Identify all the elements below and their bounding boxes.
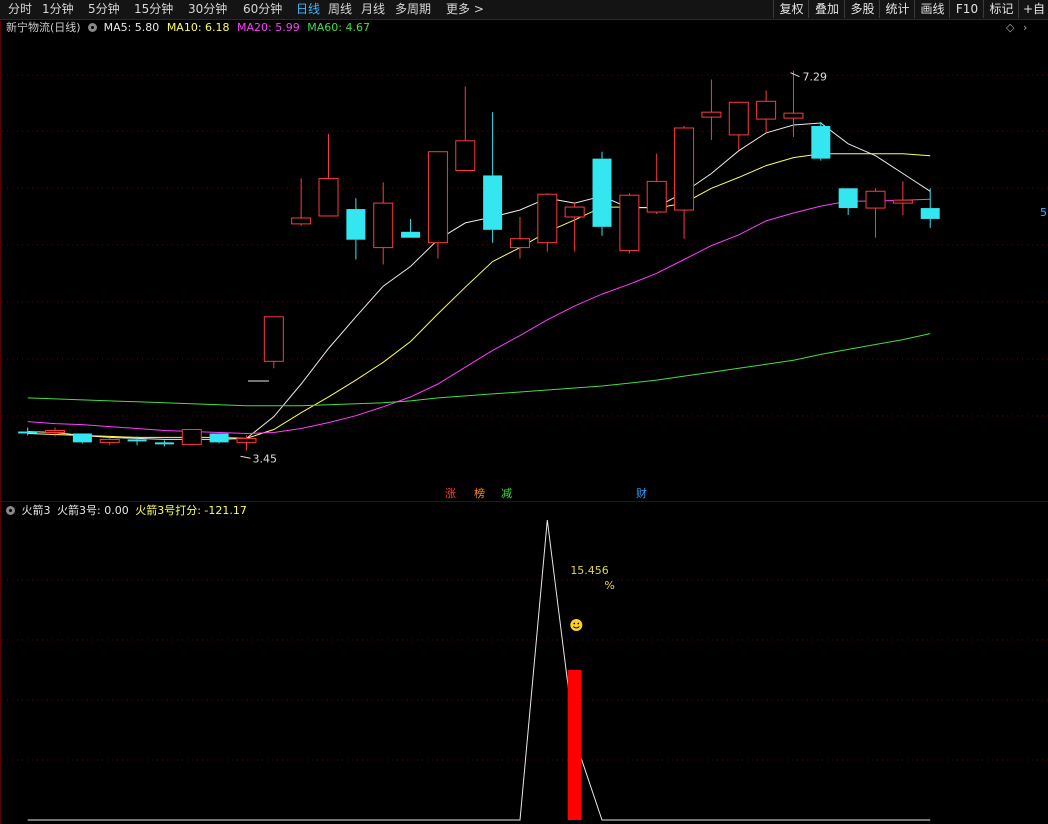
candle-body [920,208,940,219]
candle-body [45,430,66,433]
percent-unit: % [604,579,614,592]
candle-body [701,111,722,118]
candle-body [99,438,120,443]
high-marker-label: 7.29 [802,71,827,84]
candle-body [346,209,366,240]
candle-body [401,231,421,238]
candle-body [373,202,394,249]
candle-body [18,431,38,434]
ma-line-ma20 [27,198,931,435]
high-marker-arrow [790,72,800,78]
candle-body [865,190,886,209]
candle-body [455,140,476,172]
candle-body [783,112,804,119]
candle-body [592,158,612,227]
low-marker-arrow [240,455,251,459]
low-marker-label: 3.45 [252,452,277,465]
candle-body [127,439,147,442]
candle-body [154,442,174,445]
candle-body [537,193,558,244]
candle-body [236,437,257,443]
candle-body [811,126,831,159]
chart-canvas[interactable]: 7.29 3.45 15.456% [0,0,1048,824]
candle-body [509,238,530,249]
candle-body [646,180,667,213]
smiley-eye [573,622,576,625]
smiley-eye [577,622,580,625]
ma-line-ma5 [27,122,931,440]
candle-body [674,127,695,211]
candle-body [756,100,777,120]
percent-value: 15.456 [570,564,609,577]
candle-body [263,316,284,362]
candle-body [619,194,640,252]
smiley-icon [570,619,583,631]
candle-body [564,206,585,218]
candle-body [72,433,92,443]
candle-body [181,429,202,445]
ma-line-ma10 [27,153,931,439]
candle-body [483,175,503,230]
candle-body [209,433,229,443]
candle-body [728,101,749,136]
ma-line-ma60 [27,333,931,407]
candle-body [892,199,913,204]
candle-body [427,151,448,244]
rocket-line [27,519,931,821]
score-bar [567,670,582,820]
candle-body [318,177,339,217]
candle-body [291,217,312,225]
candle-body [838,188,858,209]
